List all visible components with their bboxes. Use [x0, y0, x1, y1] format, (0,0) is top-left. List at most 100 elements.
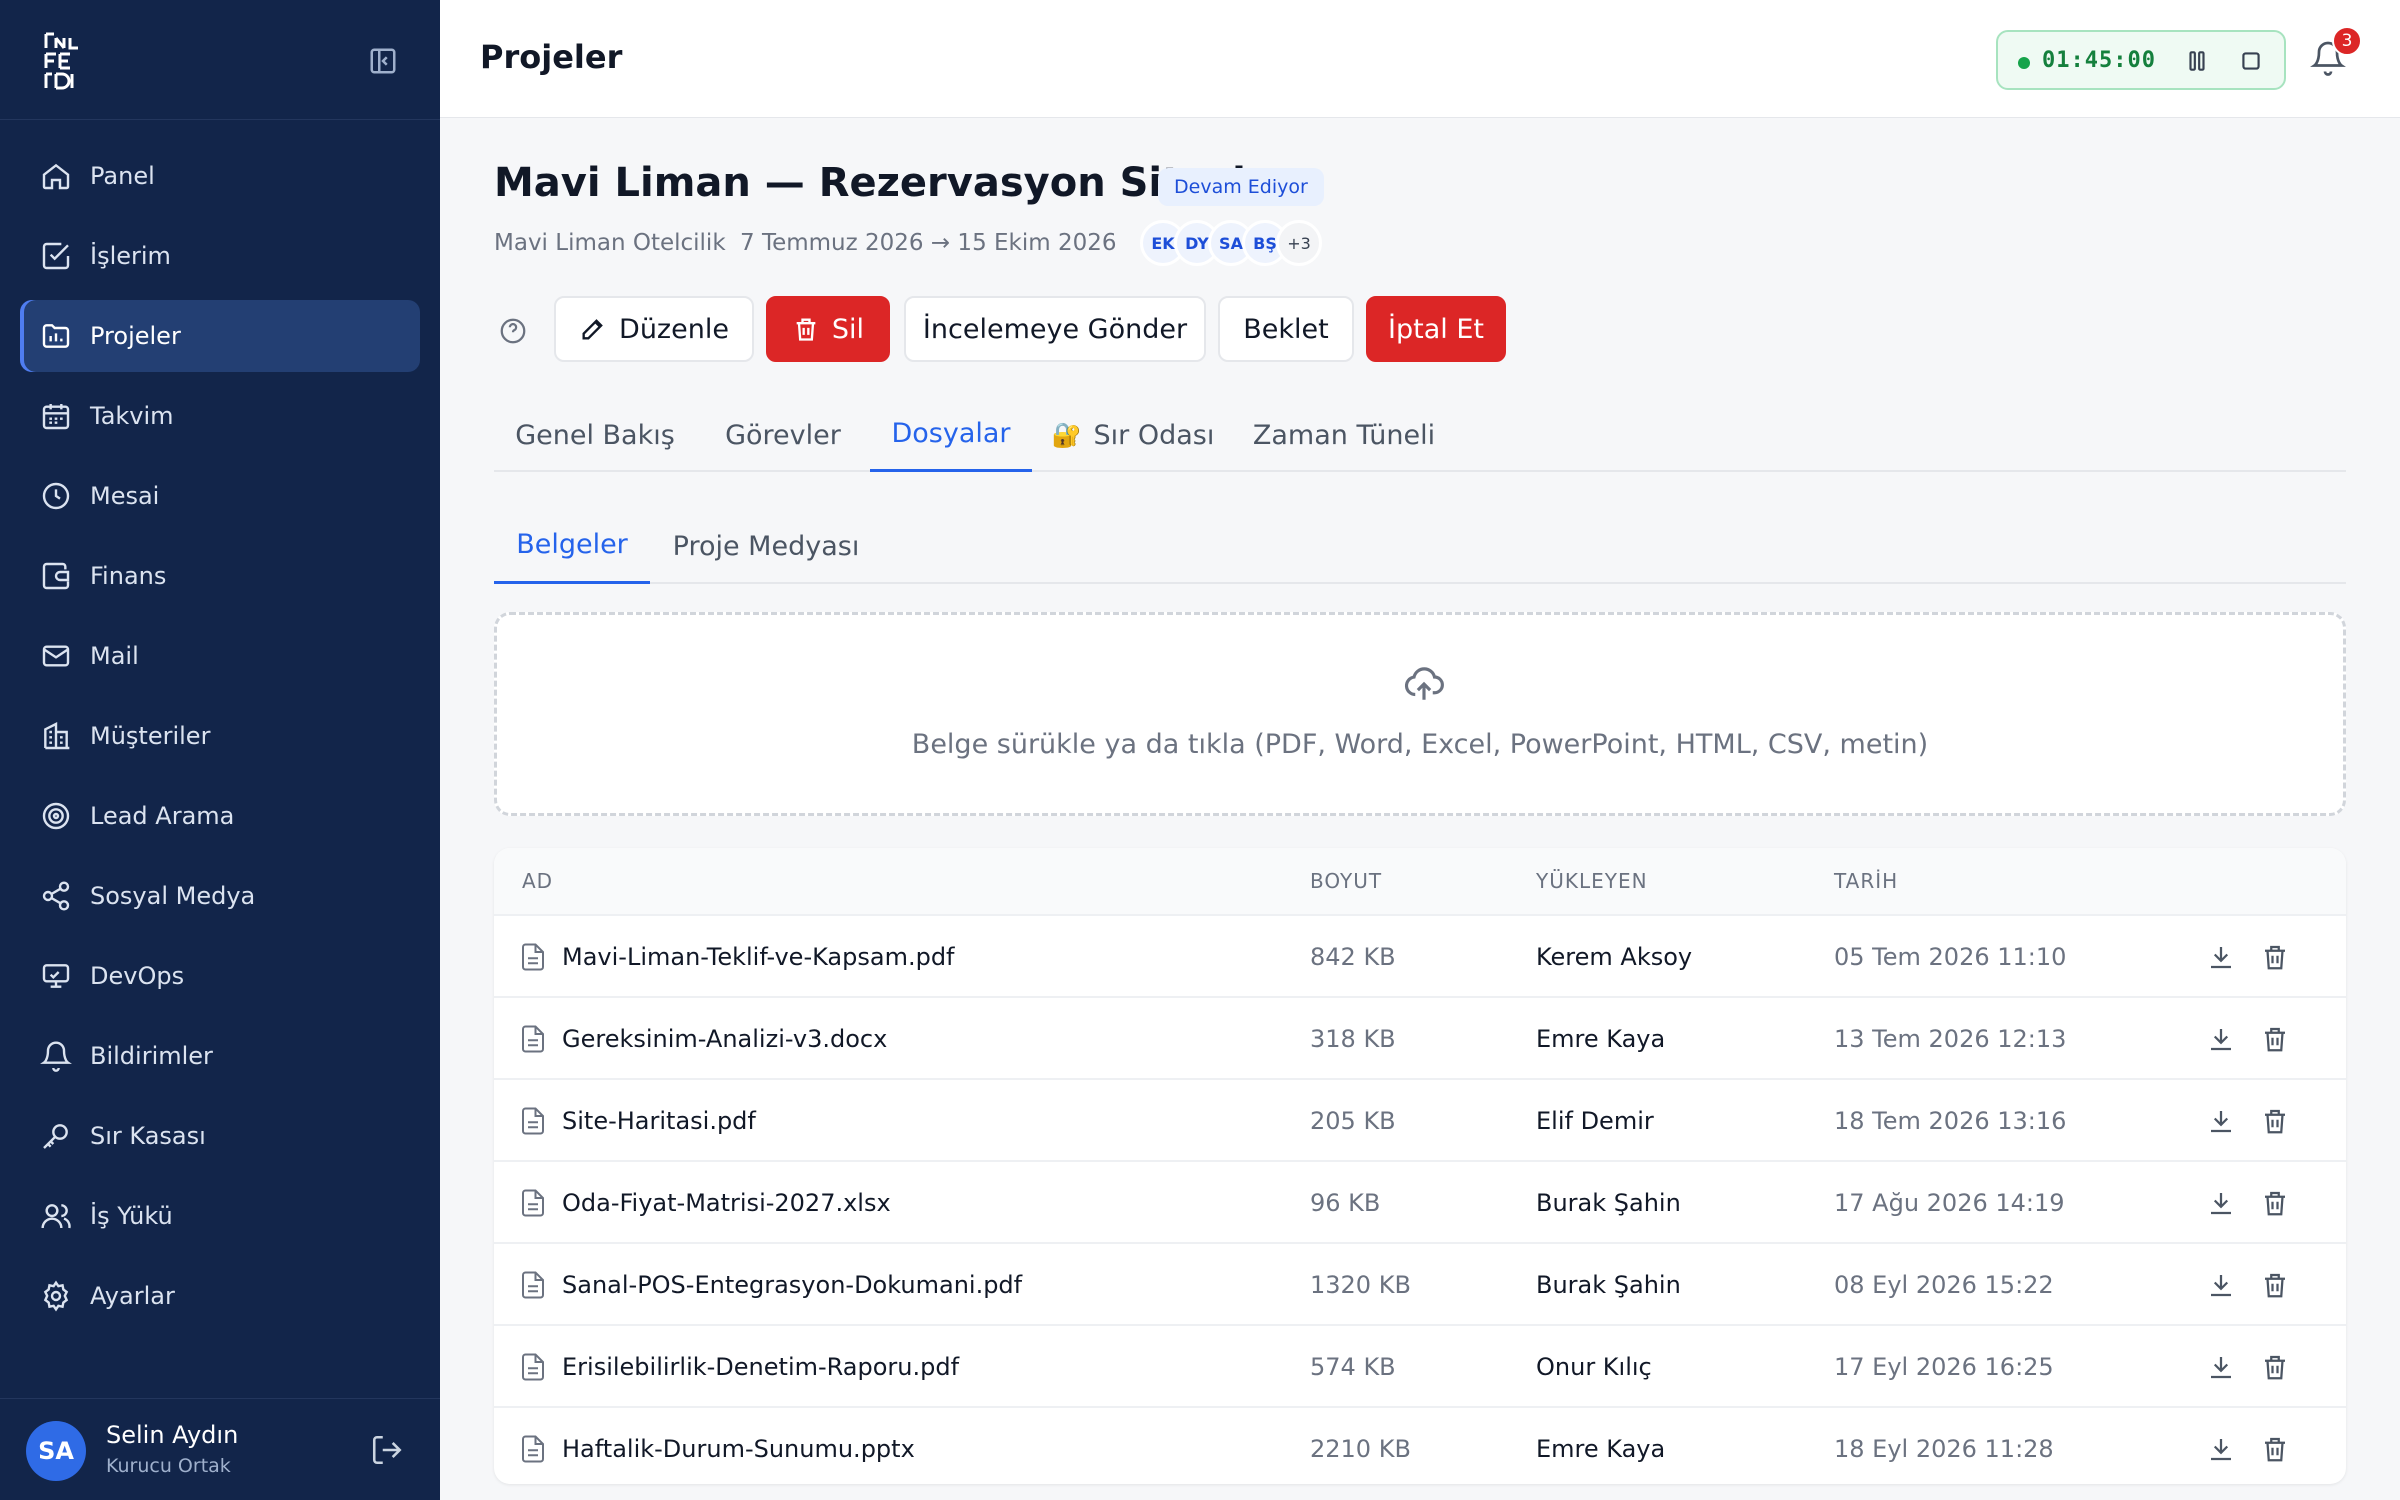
- table-row[interactable]: Sanal-POS-Entegrasyon-Dokumani.pdf 1320 …: [494, 1242, 2346, 1324]
- sidebar-item-takvim[interactable]: Takvim: [20, 380, 420, 452]
- lock-icon: 🔐: [1051, 421, 1082, 449]
- sidebar-collapse-icon[interactable]: [368, 46, 398, 76]
- column-header-size[interactable]: BOYUT: [1310, 848, 1382, 914]
- download-icon[interactable]: [2206, 1352, 2236, 1382]
- folder-chart-icon: [42, 324, 70, 348]
- file-date: 08 Eyl 2026 15:22: [1834, 1271, 2054, 1299]
- table-row[interactable]: Site-Haritasi.pdf 205 KB Elif Demir 18 T…: [494, 1078, 2346, 1160]
- file-icon: [522, 1189, 544, 1217]
- file-name[interactable]: Site-Haritasi.pdf: [562, 1080, 756, 1162]
- cancel-project-button[interactable]: İptal Et: [1366, 296, 1506, 362]
- file-name[interactable]: Haftalik-Durum-Sunumu.pptx: [562, 1408, 915, 1484]
- tab-label: Genel Bakış: [515, 419, 675, 451]
- file-date: 17 Eyl 2026 16:25: [1834, 1353, 2054, 1381]
- trash-icon: [796, 318, 816, 341]
- sidebar-item-mail[interactable]: Mail: [20, 620, 420, 692]
- tab-label: Görevler: [725, 419, 841, 451]
- project-tabs: Genel Bakış Görevler Dosyalar 🔐 Sır Odası…: [494, 398, 2346, 472]
- sidebar-item-label: Lead Arama: [90, 802, 235, 830]
- dropzone-text: Belge sürükle ya da tıkla (PDF, Word, Ex…: [911, 729, 1929, 760]
- trash-icon[interactable]: [2260, 1024, 2290, 1054]
- trash-icon[interactable]: [2260, 1188, 2290, 1218]
- file-name[interactable]: Gereksinim-Analizi-v3.docx: [562, 998, 887, 1080]
- sidebar-item-bildirimler[interactable]: Bildirimler: [20, 1020, 420, 1092]
- file-uploader: Kerem Aksoy: [1536, 943, 1693, 971]
- sidebar-item-sosyal-medya[interactable]: Sosyal Medya: [20, 860, 420, 932]
- user-role: Kurucu Ortak: [106, 1455, 231, 1477]
- trash-icon[interactable]: [2260, 1106, 2290, 1136]
- sidebar-item-label: Takvim: [90, 402, 174, 430]
- file-icon: [522, 1353, 544, 1381]
- download-icon[interactable]: [2206, 1434, 2236, 1464]
- file-uploader: Burak Şahin: [1536, 1189, 1681, 1217]
- tab-zaman-tuneli[interactable]: Zaman Tüneli: [1234, 398, 1454, 472]
- pencil-icon: [582, 319, 603, 340]
- sidebar-item-panel[interactable]: Panel: [20, 140, 420, 212]
- delete-button[interactable]: Sil: [766, 296, 890, 362]
- trash-icon[interactable]: [2260, 942, 2290, 972]
- column-header-date[interactable]: TARİH: [1834, 848, 1898, 914]
- table-row[interactable]: Oda-Fiyat-Matrisi-2027.xlsx 96 KB Burak …: [494, 1160, 2346, 1242]
- sidebar-item-musteriler[interactable]: Müşteriler: [20, 700, 420, 772]
- trash-icon[interactable]: [2260, 1434, 2290, 1464]
- team-avatars[interactable]: EK DY SA BŞ +3: [1140, 220, 1322, 270]
- subtab-belgeler[interactable]: Belgeler: [494, 508, 650, 584]
- edit-button[interactable]: Düzenle: [554, 296, 754, 362]
- sidebar-item-devops[interactable]: DevOps: [20, 940, 420, 1012]
- tab-label: Zaman Tüneli: [1252, 419, 1436, 451]
- tab-sir-odasi[interactable]: 🔐 Sır Odası: [1038, 398, 1228, 472]
- sidebar-item-lead-arama[interactable]: Lead Arama: [20, 780, 420, 852]
- file-size: 1320 KB: [1310, 1271, 1411, 1299]
- hold-button[interactable]: Beklet: [1218, 296, 1354, 362]
- file-dropzone[interactable]: Belge sürükle ya da tıkla (PDF, Word, Ex…: [494, 612, 2346, 816]
- file-name[interactable]: Erisilebilirlik-Denetim-Raporu.pdf: [562, 1326, 959, 1408]
- file-name[interactable]: Sanal-POS-Entegrasyon-Dokumani.pdf: [562, 1244, 1022, 1326]
- sidebar-user: SA Selin Aydın Kurucu Ortak: [0, 1398, 440, 1500]
- table-row[interactable]: Erisilebilirlik-Denetim-Raporu.pdf 574 K…: [494, 1324, 2346, 1406]
- sidebar-item-mesai[interactable]: Mesai: [20, 460, 420, 532]
- pause-icon[interactable]: [2184, 48, 2210, 74]
- download-icon[interactable]: [2206, 942, 2236, 972]
- table-row[interactable]: Gereksinim-Analizi-v3.docx 318 KB Emre K…: [494, 996, 2346, 1078]
- sidebar-item-label: Mesai: [90, 482, 160, 510]
- download-icon[interactable]: [2206, 1106, 2236, 1136]
- help-icon[interactable]: [498, 316, 528, 346]
- file-date: 05 Tem 2026 11:10: [1834, 943, 2067, 971]
- avatar[interactable]: SA: [26, 1421, 86, 1481]
- file-size: 574 KB: [1310, 1353, 1396, 1381]
- page-title: Projeler: [480, 38, 623, 76]
- download-icon[interactable]: [2206, 1188, 2236, 1218]
- subtab-proje-medyasi[interactable]: Proje Medyası: [660, 508, 872, 584]
- tab-gorevler[interactable]: Görevler: [702, 398, 864, 472]
- trash-icon[interactable]: [2260, 1352, 2290, 1382]
- table-row[interactable]: Haftalik-Durum-Sunumu.pptx 2210 KB Emre …: [494, 1406, 2346, 1484]
- file-name[interactable]: Oda-Fiyat-Matrisi-2027.xlsx: [562, 1162, 891, 1244]
- sidebar-item-projeler[interactable]: Projeler: [20, 300, 420, 372]
- sidebar-item-finans[interactable]: Finans: [20, 540, 420, 612]
- calendar-icon: [42, 404, 70, 430]
- tab-genel-bakis[interactable]: Genel Bakış: [494, 398, 696, 472]
- sidebar-item-ayarlar[interactable]: Ayarlar: [20, 1260, 420, 1332]
- file-icon: [522, 1271, 544, 1299]
- column-header-name[interactable]: AD: [522, 848, 553, 914]
- file-uploader: Onur Kılıç: [1536, 1353, 1652, 1381]
- home-icon: [42, 163, 70, 190]
- download-icon[interactable]: [2206, 1270, 2236, 1300]
- trash-icon[interactable]: [2260, 1270, 2290, 1300]
- stop-icon[interactable]: [2238, 48, 2264, 74]
- logout-icon[interactable]: [370, 1433, 404, 1467]
- sidebar-item-islerim[interactable]: İşlerim: [20, 220, 420, 292]
- table-header: AD BOYUT YÜKLEYEN TARİH: [494, 848, 2346, 914]
- tab-dosyalar[interactable]: Dosyalar: [870, 398, 1032, 472]
- app-logo[interactable]: [42, 30, 92, 90]
- sidebar-item-sir-kasasi[interactable]: Sır Kasası: [20, 1100, 420, 1172]
- file-date: 17 Ağu 2026 14:19: [1834, 1189, 2065, 1217]
- sidebar-item-label: DevOps: [90, 962, 185, 990]
- sidebar-item-label: Bildirimler: [90, 1042, 213, 1070]
- sidebar-item-is-yuku[interactable]: İş Yükü: [20, 1180, 420, 1252]
- send-review-button[interactable]: İncelemeye Gönder: [904, 296, 1206, 362]
- download-icon[interactable]: [2206, 1024, 2236, 1054]
- column-header-uploader[interactable]: YÜKLEYEN: [1536, 848, 1648, 914]
- table-row[interactable]: Mavi-Liman-Teklif-ve-Kapsam.pdf 842 KB K…: [494, 914, 2346, 996]
- file-name[interactable]: Mavi-Liman-Teklif-ve-Kapsam.pdf: [562, 916, 955, 998]
